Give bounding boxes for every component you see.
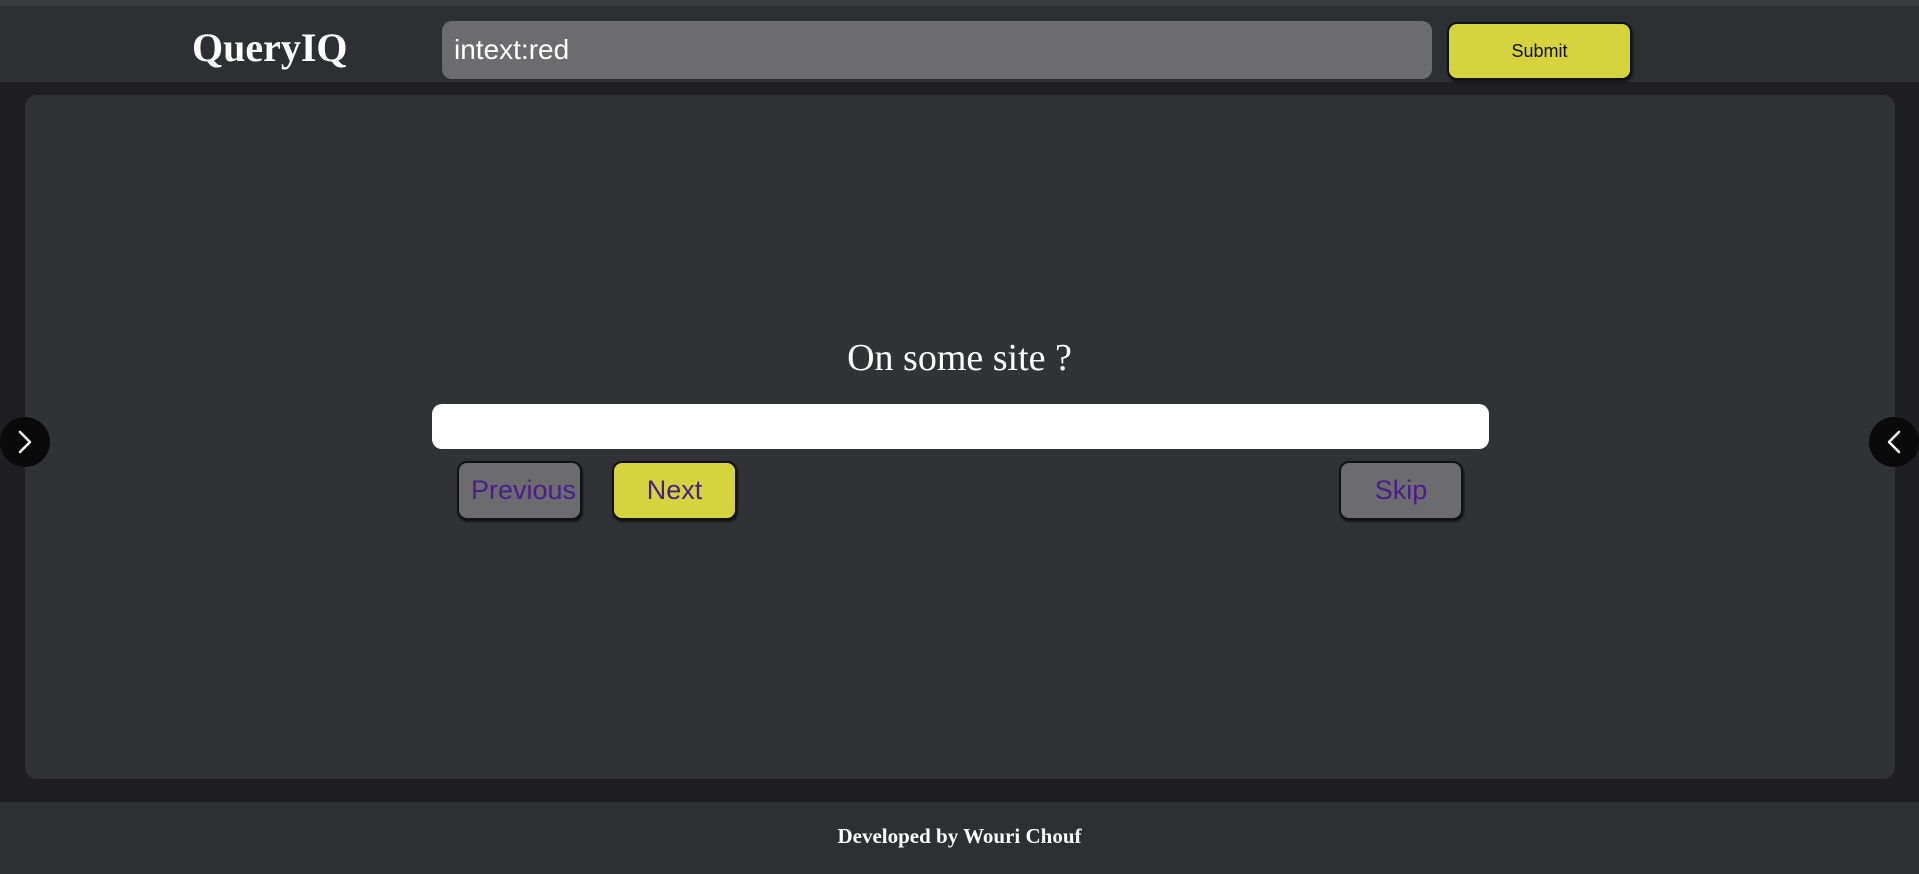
search-input[interactable] — [442, 21, 1432, 79]
previous-button[interactable]: Previous — [457, 461, 582, 520]
submit-button[interactable]: Submit — [1447, 22, 1632, 80]
skip-button[interactable]: Skip — [1339, 461, 1463, 520]
next-button[interactable]: Next — [612, 461, 737, 520]
open-left-panel-button[interactable] — [0, 417, 50, 467]
open-right-panel-button[interactable] — [1869, 417, 1919, 467]
footer: Developed by Wouri Chouf — [0, 802, 1919, 874]
header: QueryIQ Submit — [0, 6, 1919, 82]
chevron-left-icon — [1887, 430, 1901, 454]
chevron-right-icon — [18, 430, 32, 454]
footer-credit: Developed by Wouri Chouf — [837, 824, 1082, 848]
app-logo: QueryIQ — [192, 25, 348, 70]
question-text: On some site ? — [847, 337, 1072, 379]
answer-input[interactable] — [432, 404, 1489, 449]
